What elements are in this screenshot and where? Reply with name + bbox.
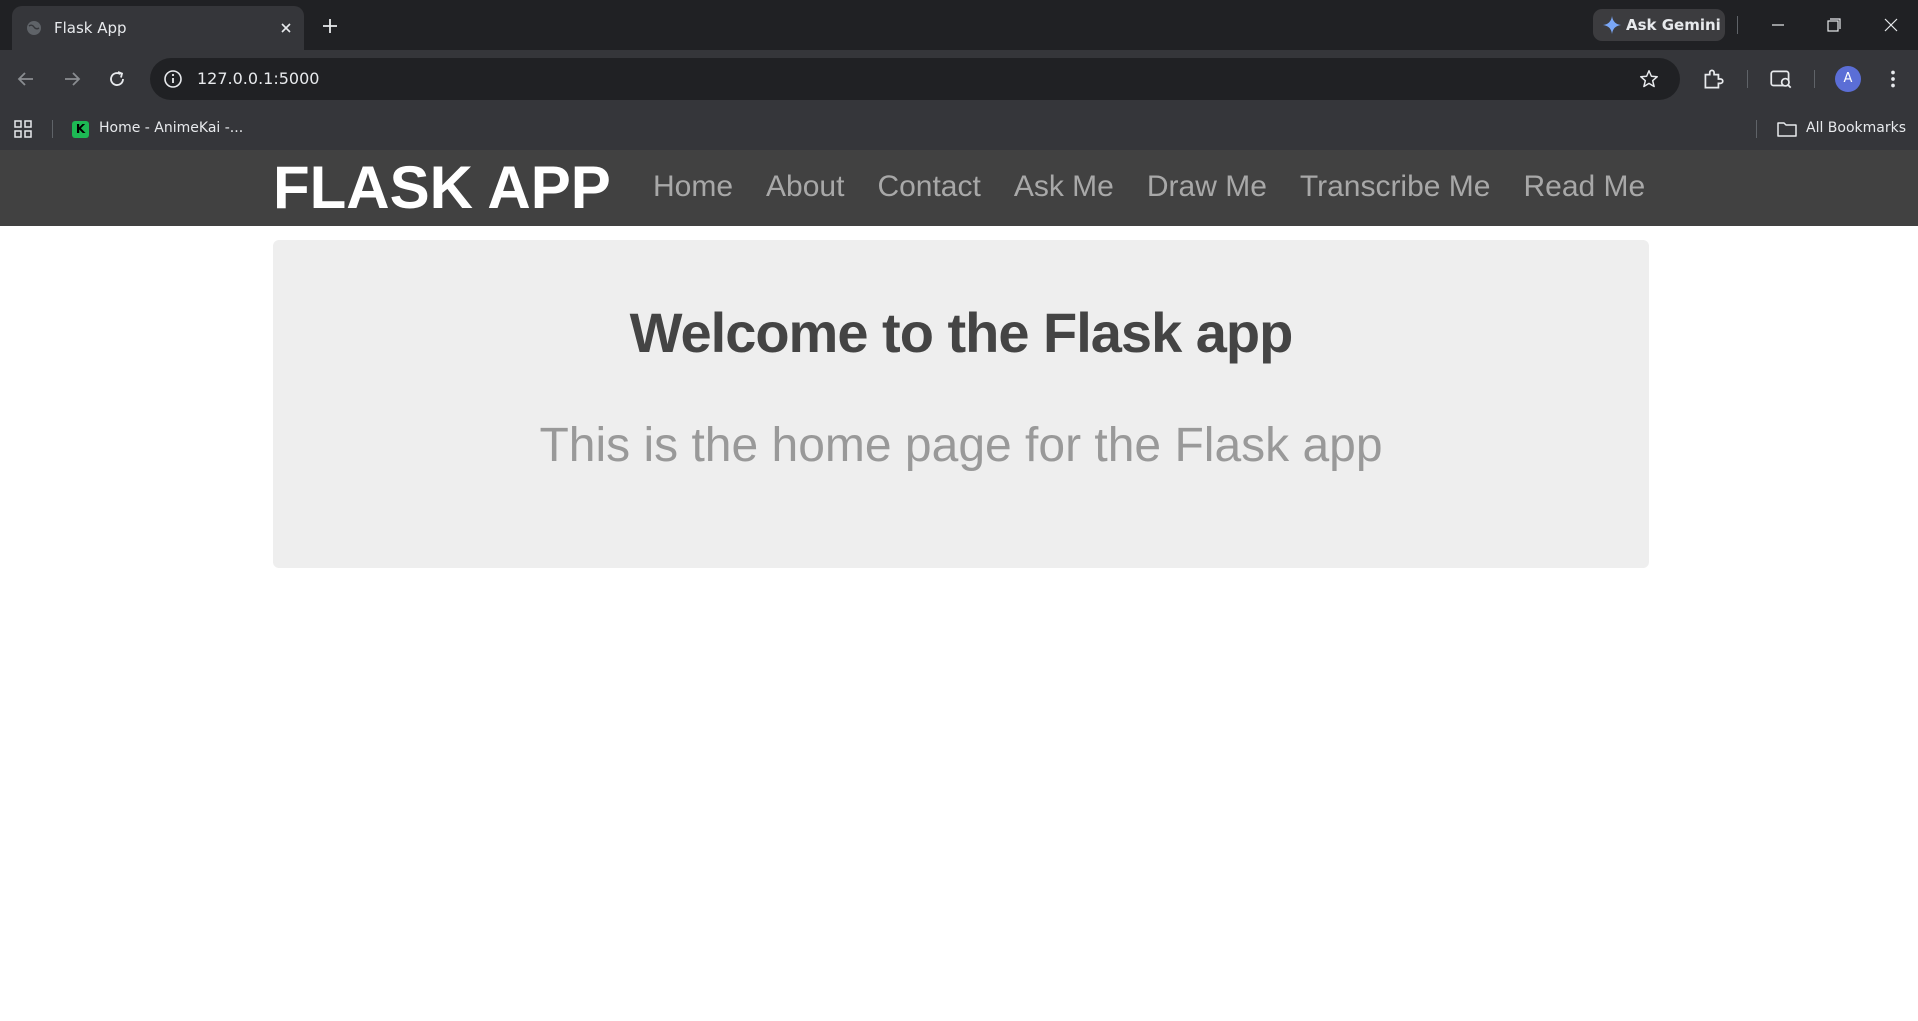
main-nav: Home About Contact Ask Me Draw Me Transc…: [653, 169, 1645, 205]
divider: [52, 120, 53, 138]
nav-transcribe-me[interactable]: Transcribe Me: [1300, 169, 1491, 205]
tab-strip: Flask App Ask Gemini: [0, 0, 1918, 50]
all-bookmarks-label: All Bookmarks: [1806, 120, 1907, 136]
nav-home[interactable]: Home: [653, 169, 733, 205]
ask-gemini-button[interactable]: Ask Gemini: [1593, 9, 1725, 41]
hero-panel: Welcome to the Flask app This is the hom…: [273, 240, 1649, 568]
folder-icon: [1777, 122, 1797, 137]
close-tab-icon[interactable]: [278, 20, 294, 36]
apps-grid-icon[interactable]: [13, 119, 33, 139]
profile-avatar[interactable]: A: [1835, 66, 1861, 92]
site-info-icon[interactable]: [162, 68, 184, 90]
reload-icon[interactable]: [105, 67, 129, 91]
tab-search-icon[interactable]: [1768, 66, 1794, 92]
tab-title: Flask App: [54, 19, 127, 37]
restore-icon[interactable]: [1822, 13, 1846, 37]
globe-icon: [27, 21, 41, 35]
all-bookmarks-button[interactable]: All Bookmarks: [1776, 116, 1916, 142]
nav-draw-me[interactable]: Draw Me: [1147, 169, 1267, 205]
bookmarks-bar: K Home - AnimeKai -... All Bookmarks: [0, 108, 1918, 150]
forward-arrow-icon[interactable]: [60, 67, 84, 91]
minimize-icon[interactable]: [1766, 13, 1790, 37]
address-bar[interactable]: 127.0.0.1:5000: [150, 58, 1680, 100]
hero-subtitle: This is the home page for the Flask app: [539, 419, 1383, 472]
site-header: FLASK APP Home About Contact Ask Me Draw…: [0, 150, 1918, 226]
nav-read-me[interactable]: Read Me: [1523, 169, 1645, 205]
back-arrow-icon[interactable]: [14, 67, 38, 91]
nav-ask-me[interactable]: Ask Me: [1014, 169, 1114, 205]
hero-title: Welcome to the Flask app: [629, 301, 1294, 364]
divider: [1756, 120, 1757, 138]
bookmark-animekai[interactable]: K Home - AnimeKai -...: [72, 116, 252, 142]
extensions-puzzle-icon[interactable]: [1700, 66, 1726, 92]
new-tab-icon[interactable]: [318, 14, 342, 38]
ask-gemini-label: Ask Gemini: [1626, 16, 1721, 34]
animekai-favicon-icon: K: [72, 121, 89, 138]
site-brand[interactable]: FLASK APP: [273, 154, 611, 222]
nav-contact[interactable]: Contact: [877, 169, 980, 205]
url-text[interactable]: 127.0.0.1:5000: [197, 69, 319, 88]
browser-toolbar: 127.0.0.1:5000 A: [0, 50, 1918, 108]
bookmark-star-icon[interactable]: [1638, 68, 1660, 90]
divider: [1814, 70, 1815, 88]
close-window-icon[interactable]: [1879, 13, 1903, 37]
divider: [1747, 70, 1748, 88]
gemini-sparkle-icon: [1603, 16, 1621, 34]
more-menu-icon[interactable]: [1880, 66, 1906, 92]
divider: [1737, 16, 1738, 34]
nav-about[interactable]: About: [766, 169, 844, 205]
tab-flask-app[interactable]: Flask App: [12, 6, 304, 50]
bookmark-label: Home - AnimeKai -...: [99, 120, 244, 136]
